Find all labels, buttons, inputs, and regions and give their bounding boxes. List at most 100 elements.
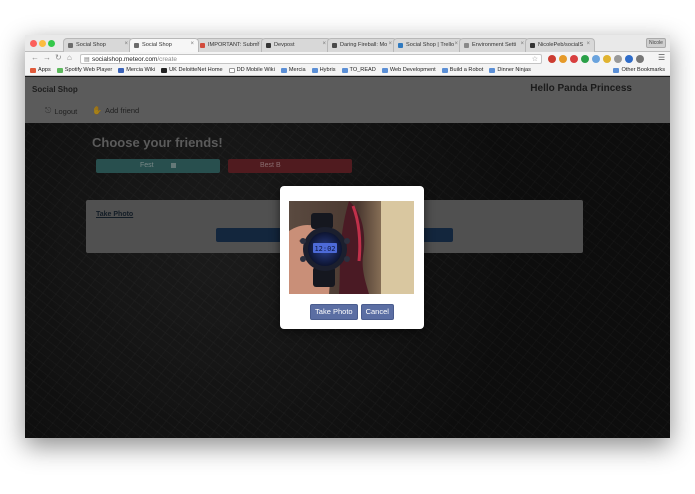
address-bar[interactable]: ▤ socialshop.meteor.com/create ☆ (80, 54, 542, 64)
browser-tab[interactable]: Social Shop | Trello × (393, 38, 463, 52)
browser-toolbar: ← → ↻ ⌂ ▤ socialshop.meteor.com/create ☆… (25, 52, 670, 65)
browser-tab[interactable]: Devpost × (261, 38, 331, 52)
browser-tab[interactable]: IMPORTANT: Submi × (195, 38, 265, 52)
other-bookmarks[interactable]: Other Bookmarks (613, 67, 665, 73)
tab-favicon-icon (200, 43, 205, 48)
tab-favicon-icon (530, 43, 535, 48)
bookmark-label: Mercia Wiki (126, 67, 156, 73)
extension-icon[interactable] (625, 55, 633, 63)
bookmark-icon (118, 67, 125, 73)
bookmark-label: Mercia (288, 67, 306, 73)
bookmark-item[interactable]: Mercia Wiki (118, 67, 155, 73)
bookmark-item[interactable]: Apps (30, 67, 51, 73)
maximize-window-icon[interactable] (48, 40, 55, 47)
extension-icon[interactable] (636, 55, 644, 63)
bookmark-item[interactable]: TO_READ (341, 67, 376, 73)
bookmark-label: Spotify Web Player (64, 67, 113, 73)
bookmark-icon (489, 67, 496, 73)
bookmark-item[interactable]: UK DeloitteNet Home (161, 67, 223, 73)
other-bookmarks-label: Other Bookmarks (621, 67, 665, 73)
camera-modal: 12:02 Take Photo Cancel (280, 186, 424, 329)
tab-favicon-icon (134, 43, 139, 48)
tab-label: NicolePeb/socialS (538, 42, 584, 48)
profile-button[interactable]: Nicole (646, 38, 666, 48)
tab-close-icon[interactable]: × (124, 41, 128, 47)
tab-close-icon[interactable]: × (190, 41, 194, 47)
bookmark-item[interactable]: Hybris (311, 67, 336, 73)
bookmark-label: Hybris (319, 67, 336, 73)
bookmark-icon (30, 67, 36, 73)
back-icon[interactable]: ← (31, 53, 39, 63)
tab-label: Devpost (274, 42, 295, 48)
page-info-icon: ▤ (84, 57, 90, 63)
extension-icon[interactable] (581, 55, 589, 63)
take-photo-button[interactable]: Take Photo (310, 304, 358, 320)
bookmark-label: DD Mobile Wiki (236, 67, 275, 73)
extension-icon[interactable] (614, 55, 622, 63)
tab-favicon-icon (464, 43, 469, 48)
url-path: /create (157, 56, 177, 63)
url-host: socialshop.meteor.com (92, 56, 158, 63)
tab-close-icon[interactable]: × (520, 41, 524, 47)
browser-tab[interactable]: Social Shop × (63, 38, 133, 52)
bookmark-item[interactable]: Spotify Web Player (56, 67, 113, 73)
web-page: Social Shop Hello Panda Princess ⎋ Logou… (25, 77, 670, 438)
tab-label: Daring Fireball: Mo (340, 42, 388, 48)
forward-icon[interactable]: → (43, 53, 51, 63)
extension-icon[interactable] (548, 55, 556, 63)
extension-icon[interactable] (603, 55, 611, 63)
minimize-window-icon[interactable] (39, 40, 46, 47)
bookmark-icon (280, 67, 287, 73)
svg-text:12:02: 12:02 (314, 245, 335, 253)
cancel-button[interactable]: Cancel (360, 304, 394, 320)
tab-label: Social Shop | Trello (406, 42, 455, 48)
browser-window: Social Shop × Social Shop × IMPORTANT: Submi… (25, 35, 670, 438)
bookmark-icon (228, 67, 235, 73)
bookmark-icon (161, 67, 168, 73)
bookmark-item[interactable]: Build a Robot (441, 67, 483, 73)
tab-label: Social Shop (142, 42, 172, 48)
extension-icon[interactable] (570, 55, 578, 63)
bookmark-item[interactable]: Web Development (381, 67, 436, 73)
bookmark-label: Web Development (389, 67, 436, 73)
browser-tab[interactable]: Social Shop × (129, 38, 199, 52)
extension-icon[interactable] (559, 55, 567, 63)
browser-tab[interactable]: NicolePeb/socialS × (525, 38, 595, 52)
camera-preview: 12:02 (289, 201, 414, 294)
tab-close-icon[interactable]: × (388, 41, 392, 47)
bookmarks-bar: Apps Spotify Web Player Mercia Wiki UK Delo… (25, 65, 670, 76)
bookmark-label: TO_READ (349, 67, 376, 73)
tab-favicon-icon (266, 43, 271, 48)
bookmark-star-icon[interactable]: ☆ (532, 55, 538, 64)
bookmark-label: Apps (38, 67, 51, 73)
bookmark-label: UK DeloitteNet Home (169, 67, 223, 73)
tab-favicon-icon (68, 43, 73, 48)
tab-label: IMPORTANT: Submi (208, 42, 259, 48)
extension-icon[interactable] (592, 55, 600, 63)
bookmark-icon (311, 67, 318, 73)
browser-tab[interactable]: Environment Setti × (459, 38, 529, 52)
bookmark-icon (441, 67, 448, 73)
bookmark-item[interactable]: Mercia (280, 67, 306, 73)
home-icon[interactable]: ⌂ (67, 53, 72, 63)
reload-icon[interactable]: ↻ (55, 53, 62, 63)
tab-strip: Social Shop × Social Shop × IMPORTANT: Submi… (63, 38, 595, 52)
menu-icon[interactable]: ☰ (658, 53, 665, 63)
bookmark-item[interactable]: Dinner Ninjas (489, 67, 531, 73)
tab-close-icon[interactable]: × (454, 41, 458, 47)
browser-tab[interactable]: Daring Fireball: Mo × (327, 38, 397, 52)
bookmark-icon (56, 67, 63, 73)
tab-label: Social Shop (76, 42, 106, 48)
folder-icon (613, 67, 620, 73)
bookmark-icon (341, 67, 348, 73)
bookmark-label: Dinner Ninjas (497, 67, 531, 73)
tab-close-icon[interactable]: × (256, 41, 260, 47)
bookmark-icon (381, 67, 388, 73)
close-window-icon[interactable] (30, 40, 37, 47)
bookmark-item[interactable]: DD Mobile Wiki (228, 67, 275, 73)
title-bar: Social Shop × Social Shop × IMPORTANT: Submi… (25, 35, 670, 52)
tab-close-icon[interactable]: × (586, 41, 590, 47)
tab-close-icon[interactable]: × (322, 41, 326, 47)
tab-label: Environment Setti (472, 42, 517, 48)
modal-actions: Take Photo Cancel (280, 304, 424, 320)
